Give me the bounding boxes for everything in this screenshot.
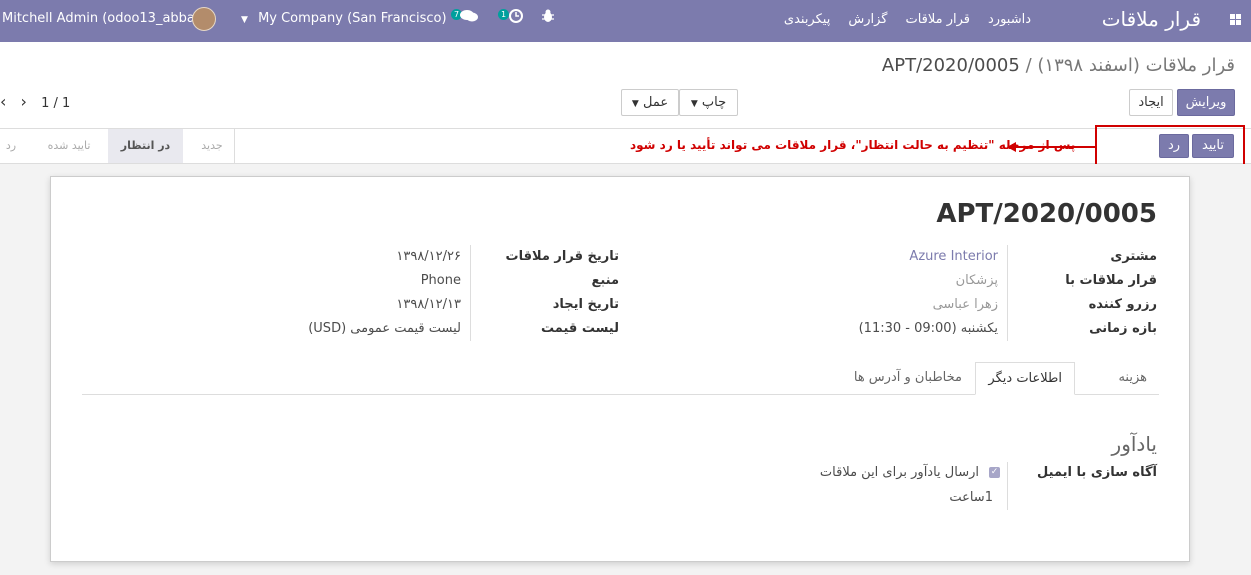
- meeting-with-value: پزشکان: [955, 273, 998, 288]
- action-dropdown[interactable]: ▼ عمل: [621, 89, 679, 116]
- record-title: APT/2020/0005: [936, 199, 1157, 229]
- customer-label: مشتری: [1110, 249, 1157, 264]
- pricelist-label: لیست قیمت: [541, 321, 619, 336]
- pricelist-value: لیست قیمت عمومی (USD): [308, 321, 461, 336]
- group-divider: [1007, 245, 1008, 341]
- source-label: منبع: [591, 273, 619, 288]
- menu-reporting[interactable]: گزارش: [848, 12, 887, 27]
- appointment-date-label: تاریخ قرار ملاقات: [505, 249, 619, 264]
- caret-down-icon: ▼: [241, 15, 248, 25]
- stage-waiting: در انتظار: [108, 129, 183, 163]
- pager-next-icon[interactable]: ›: [21, 92, 27, 111]
- booked-by-value: زهرا عباسی: [932, 297, 998, 312]
- source-value: Phone: [420, 273, 461, 288]
- print-dropdown[interactable]: ▼ چاپ: [679, 89, 738, 116]
- create-date-label: تاریخ ایجاد: [552, 297, 619, 312]
- menu-appointments[interactable]: قرار ملاقات: [905, 12, 970, 27]
- reminder-time: 1ساعت: [949, 490, 993, 505]
- timeslot-label: بازه زمانی: [1089, 321, 1157, 336]
- group-divider: [470, 245, 471, 341]
- create-date-value: ۱۳۹۸/۱۲/۱۳: [396, 297, 461, 312]
- company-switcher[interactable]: ▼ My Company (San Francisco): [241, 11, 447, 26]
- tab-contacts[interactable]: مخاطبان و آدرس ها: [842, 362, 974, 395]
- meeting-with-label: قرار ملاقات با: [1065, 273, 1157, 288]
- reminder-checkbox[interactable]: ✓: [989, 467, 1000, 478]
- breadcrumb: قرار ملاقات (اسفند ۱۳۹۸) / APT/2020/0005: [882, 55, 1235, 76]
- activity-count-badge: 1: [498, 9, 510, 20]
- pager: ‹ › 1 / 1: [0, 92, 70, 111]
- booked-by-label: رزرو کننده: [1088, 297, 1157, 312]
- highlight-box: [1095, 125, 1245, 167]
- user-menu[interactable]: Mitchell Admin (odoo13_abbasi): [2, 11, 210, 26]
- stage-confirmed: تایید شده: [30, 129, 117, 163]
- menu-configuration[interactable]: پیکربندی: [784, 12, 830, 27]
- pager-previous-icon[interactable]: ‹: [0, 92, 6, 111]
- timeslot-value: یکشنبه (09:00 - 11:30): [858, 321, 998, 336]
- user-avatar[interactable]: [192, 7, 216, 31]
- chat-icon[interactable]: [460, 8, 478, 27]
- menu-dashboard[interactable]: داشبورد: [988, 12, 1031, 27]
- notebook-tabs: هزینه اطلاعات دیگر مخاطبان و آدرس ها: [82, 362, 1159, 395]
- caret-down-icon: ▼: [631, 99, 639, 109]
- breadcrumb-parent[interactable]: قرار ملاقات (اسفند ۱۳۹۸): [1037, 55, 1235, 76]
- tab-cost[interactable]: هزینه: [1106, 362, 1159, 395]
- bug-icon[interactable]: [541, 8, 555, 27]
- stage-cancelled: رد: [5, 139, 17, 152]
- group-divider: [1007, 462, 1008, 510]
- company-name: My Company (San Francisco): [258, 11, 447, 26]
- print-label: چاپ: [701, 95, 727, 110]
- reminder-checkbox-label: ارسال یادآور برای این ملاقات: [819, 465, 979, 480]
- top-navbar: Mitchell Admin (odoo13_abbasi) ▼ My Comp…: [0, 0, 1251, 42]
- stage-new: جدید: [190, 129, 235, 163]
- breadcrumb-current: APT/2020/0005: [881, 55, 1020, 76]
- app-title[interactable]: قرار ملاقات: [1102, 7, 1201, 31]
- reminder-title: یادآور: [1111, 432, 1157, 456]
- caret-down-icon: ▼: [690, 99, 698, 109]
- main-menu: داشبورد قرار ملاقات گزارش پیکربندی: [784, 12, 1031, 27]
- pager-value[interactable]: 1 / 1: [41, 96, 70, 111]
- edit-button[interactable]: ویرایش: [1177, 89, 1235, 116]
- email-notify-label: آگاه سازی با ایمیل: [1037, 465, 1157, 480]
- create-button[interactable]: ایجاد: [1129, 89, 1173, 116]
- tab-other-info[interactable]: اطلاعات دیگر: [975, 362, 1075, 395]
- action-label: عمل: [642, 95, 669, 110]
- clock-icon[interactable]: [509, 8, 523, 27]
- breadcrumb-separator: /: [1025, 55, 1032, 76]
- appointment-date-value: ۱۳۹۸/۱۲/۲۶: [396, 249, 461, 264]
- annotation-text: پس از مرحله "تنظیم به حالت انتظار"، قرار…: [630, 138, 1076, 152]
- customer-value[interactable]: Azure Interior: [909, 249, 998, 264]
- apps-grid-icon[interactable]: [1230, 14, 1241, 25]
- form-sheet: APT/2020/0005 مشتری قرار ملاقات با رزرو …: [50, 176, 1190, 562]
